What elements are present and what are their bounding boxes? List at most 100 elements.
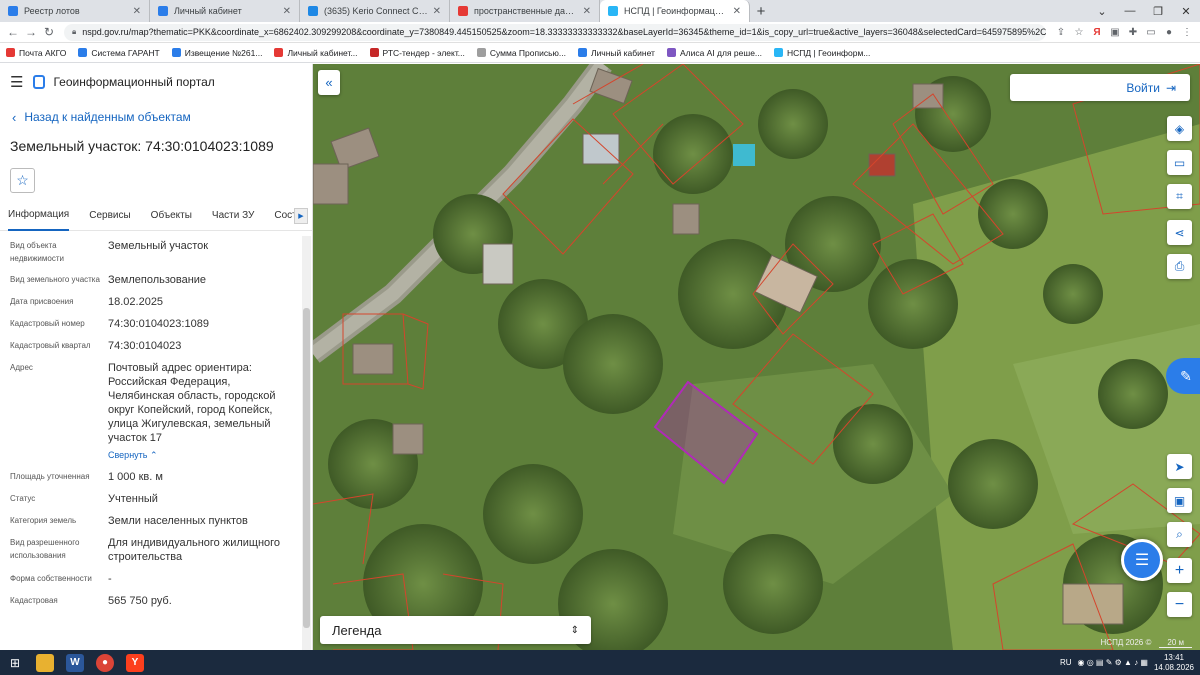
windows-start-icon[interactable]: ⊞: [0, 650, 30, 675]
tab-close-icon[interactable]: ✕: [433, 6, 441, 17]
attribution-text: НСПД 2026 ©: [1100, 638, 1152, 647]
login-button[interactable]: Войти ⇥: [1010, 74, 1190, 101]
bookmark-item[interactable]: Сумма Прописью...: [476, 47, 566, 58]
chrome-icon[interactable]: ●: [90, 650, 120, 675]
browser-tab[interactable]: Личный кабинет ✕: [150, 0, 300, 22]
profile-icon[interactable]: ●: [1160, 27, 1178, 38]
language-indicator[interactable]: RU: [1060, 658, 1072, 667]
yandex-browser-icon[interactable]: Y: [120, 650, 150, 675]
back-arrow-icon[interactable]: ←: [4, 25, 22, 39]
bookmark-item[interactable]: НСПД | Геоинформ...: [774, 48, 870, 58]
close-window-button[interactable]: ✕: [1172, 0, 1200, 22]
info-row: Адрес Почтовый адрес ориентира: Российска…: [10, 361, 312, 462]
yandex-extension-icon[interactable]: Я: [1088, 27, 1106, 38]
field-label: Площадь уточненная: [10, 472, 90, 481]
tab-close-icon[interactable]: ✕: [133, 6, 141, 17]
field-label: Адрес: [10, 363, 33, 372]
field-value-text: 565 750 руб.: [108, 595, 172, 607]
minimap-icon[interactable]: ▣: [1167, 488, 1192, 513]
search-location-icon[interactable]: ⌕: [1167, 522, 1192, 547]
field-value-text: Для индивидуального жилищного строительс…: [108, 537, 281, 563]
panel-tabs: Информация Сервисы Объекты Части ЗУ Состав ▶: [0, 201, 312, 231]
share-icon[interactable]: ⇪: [1052, 27, 1070, 38]
file-explorer-icon[interactable]: [30, 650, 60, 675]
bookmark-label: Сумма Прописью...: [489, 47, 566, 58]
word-icon[interactable]: W: [60, 650, 90, 675]
measure-ruler-icon[interactable]: ▭: [1167, 150, 1192, 175]
menu-icon[interactable]: ⋮: [1178, 27, 1196, 38]
bookmark-favicon-icon: [78, 48, 88, 57]
geolocation-icon[interactable]: ➤: [1167, 454, 1192, 479]
select-area-icon[interactable]: ⌗: [1167, 184, 1192, 209]
sidebar-icon[interactable]: ▭: [1142, 27, 1160, 38]
browser-tab[interactable]: пространственные данные рос ✕: [450, 0, 600, 22]
tab-search-icon[interactable]: ⌄: [1088, 0, 1116, 22]
tabs-scroll-right-icon[interactable]: ▶: [294, 208, 308, 224]
collapse-link[interactable]: Свернуть ⌃: [108, 448, 288, 462]
favicon-icon: [158, 6, 168, 16]
info-row: Вид земельного участка Землепользование: [10, 273, 312, 287]
bookmark-item[interactable]: Извещение №261...: [171, 48, 262, 58]
info-row: Кадастровый квартал 74:30:0104023: [10, 339, 312, 353]
url-text: nspd.gov.ru/map?thematic=PKK&coordinate_…: [82, 27, 1046, 37]
scrollbar-thumb[interactable]: [303, 308, 310, 628]
field-value-text: 1 000 кв. м: [108, 471, 163, 483]
extension-icon[interactable]: ▣: [1106, 27, 1124, 38]
field-value-text: Земельный участок: [108, 240, 209, 252]
panel-tab[interactable]: Объекты: [151, 201, 192, 231]
info-row: Площадь уточненная 1 000 кв. м: [10, 470, 312, 484]
bookmark-item[interactable]: Личный кабинет: [577, 48, 655, 58]
field-value: -: [108, 572, 288, 586]
zoom-in-button[interactable]: +: [1167, 558, 1192, 583]
bookmark-item[interactable]: Система ГАРАНТ: [78, 48, 160, 58]
help-sidetab-icon[interactable]: ✎: [1166, 358, 1200, 394]
panel-scrollbar[interactable]: [302, 236, 311, 650]
bookmark-favicon-icon: [171, 48, 181, 57]
field-value-text: -: [108, 573, 112, 585]
bookmark-item[interactable]: РТС-тендер - элект...: [369, 48, 465, 58]
browser-tab[interactable]: НСПД | Геоинформационный п ✕: [600, 0, 750, 22]
bookmark-star-icon[interactable]: ☆: [1070, 27, 1088, 38]
print-icon[interactable]: ⎙: [1167, 254, 1192, 279]
bookmark-item[interactable]: Личный кабинет...: [274, 48, 358, 58]
satellite-map: [313, 64, 1200, 650]
legend-dropdown[interactable]: Легенда ⇕: [320, 616, 591, 644]
minimize-button[interactable]: —: [1116, 0, 1144, 22]
login-label: Войти: [1126, 80, 1160, 95]
bookmark-item[interactable]: Почта АКГО: [6, 48, 66, 58]
field-label: Вид земельного участка: [10, 275, 100, 284]
share-link-icon[interactable]: ⋖: [1167, 220, 1192, 245]
new-tab-button[interactable]: +: [750, 0, 772, 22]
panel-tab[interactable]: Информация: [8, 201, 70, 231]
reload-icon[interactable]: ↻: [40, 25, 58, 39]
field-value-text: Земли населенных пунктов: [108, 515, 248, 527]
panel-tab[interactable]: Сервисы: [89, 201, 130, 231]
url-field[interactable]: 🔒︎ nspd.gov.ru/map?thematic=PKK&coordina…: [64, 23, 1046, 41]
bookmark-label: Алиса AI для реше...: [679, 47, 763, 58]
info-row: Кадастровый номер 74:30:0104023:1089: [10, 317, 312, 331]
tab-close-icon[interactable]: ✕: [283, 6, 291, 17]
tab-close-icon[interactable]: ✕: [733, 6, 741, 17]
bookmark-label: Почта АКГО: [19, 47, 67, 58]
bookmark-favicon-icon: [274, 48, 284, 57]
zoom-out-button[interactable]: −: [1167, 592, 1192, 617]
system-tray: RU ◉ ◎ ▤ ✎ ⚙ ▲ ♪ ▦ 13:41 14.08.2026: [1060, 650, 1194, 675]
layers-icon[interactable]: ◈: [1167, 116, 1192, 141]
clock[interactable]: 13:41 14.08.2026: [1154, 653, 1194, 673]
maximize-button[interactable]: ❐: [1144, 0, 1172, 22]
tray-icons[interactable]: ◉ ◎ ▤ ✎ ⚙ ▲ ♪ ▦: [1078, 658, 1148, 667]
browser-tab[interactable]: (3635) Kerio Connect Client ✕: [300, 0, 450, 22]
browser-tab[interactable]: Реестр лотов ✕: [0, 0, 150, 22]
puzzle-icon[interactable]: ✚: [1124, 27, 1142, 38]
tab-close-icon[interactable]: ✕: [583, 6, 591, 17]
favorite-star-button[interactable]: ☆: [10, 168, 35, 193]
bookmark-item[interactable]: Алиса AI для реше...: [666, 47, 763, 58]
tab-label: НСПД | Геоинформационный п: [624, 6, 729, 16]
forward-arrow-icon[interactable]: →: [22, 25, 40, 39]
collapse-panel-button[interactable]: «: [318, 70, 340, 95]
back-to-results-link[interactable]: ‹ Назад к найденным объектам: [0, 100, 312, 134]
chat-icon[interactable]: ☰: [1121, 539, 1163, 581]
hamburger-menu-icon[interactable]: ☰: [10, 73, 23, 91]
panel-tab[interactable]: Части ЗУ: [212, 201, 254, 231]
map-view[interactable]: « Войти ⇥ ◈ ▭ ⌗ ⋖ ⎙ ✎ ➤ ▣ ⌕ + − ☰ Легенд…: [313, 64, 1200, 650]
